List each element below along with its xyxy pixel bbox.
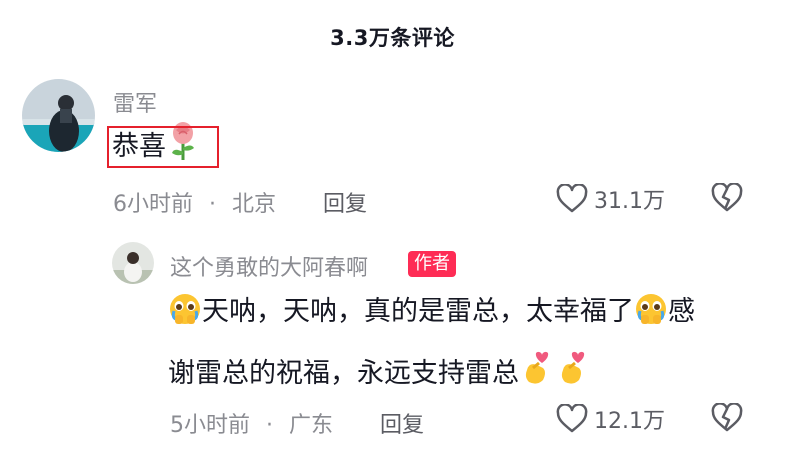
reply-avatar[interactable] (112, 242, 154, 284)
reply-line-1: 天呐，天呐，真的是雷总，太幸福了 感 (168, 284, 768, 346)
reply-text-part1: 天呐，天呐，真的是雷总，太幸福了 (202, 296, 634, 327)
reply-line-2: 谢雷总的祝福，永远支持雷总 (168, 346, 768, 408)
finger-heart-icon (519, 350, 555, 408)
finger-heart-icon (555, 350, 591, 408)
dislike-button[interactable] (711, 182, 743, 217)
comment-time: 6小时前 (113, 192, 193, 217)
highlight-box (107, 126, 219, 168)
broken-heart-icon (711, 402, 743, 432)
reply-username[interactable]: 这个勇敢的大阿春啊 (170, 250, 368, 282)
crying-face-icon (634, 290, 668, 346)
heart-icon (556, 184, 588, 213)
reply-meta: 5小时前 · 广东 (170, 407, 333, 439)
like-button[interactable]: 31.1万 (556, 183, 665, 215)
reply-text-line2: 谢雷总的祝福，永远支持雷总 (168, 358, 519, 389)
reply-location: 广东 (289, 413, 334, 438)
meta-separator: · (209, 192, 216, 217)
comment-location: 北京 (232, 192, 277, 217)
author-badge: 作者 (408, 251, 456, 277)
comment-meta: 6小时前 · 北京 (113, 186, 276, 218)
like-count: 31.1万 (594, 189, 665, 214)
comment-username[interactable]: 雷军 (113, 86, 157, 118)
heart-icon (556, 404, 588, 433)
crying-face-icon (168, 290, 202, 346)
reply-time: 5小时前 (170, 413, 250, 438)
reply-text: 天呐，天呐，真的是雷总，太幸福了 感 谢雷总的祝福，永远支持雷总 (168, 284, 768, 408)
reply-like-count: 12.1万 (594, 409, 665, 434)
reply-like-button[interactable]: 12.1万 (556, 403, 665, 435)
reply-dislike-button[interactable] (711, 402, 743, 437)
broken-heart-icon (711, 182, 743, 212)
meta-separator: · (266, 413, 273, 438)
comments-count-title: 3.3万条评论 (330, 26, 455, 50)
reply-text-part2: 感 (668, 296, 695, 327)
reply-reply-button[interactable]: 回复 (380, 407, 424, 439)
reply-button[interactable]: 回复 (323, 186, 367, 218)
avatar[interactable] (22, 79, 95, 152)
